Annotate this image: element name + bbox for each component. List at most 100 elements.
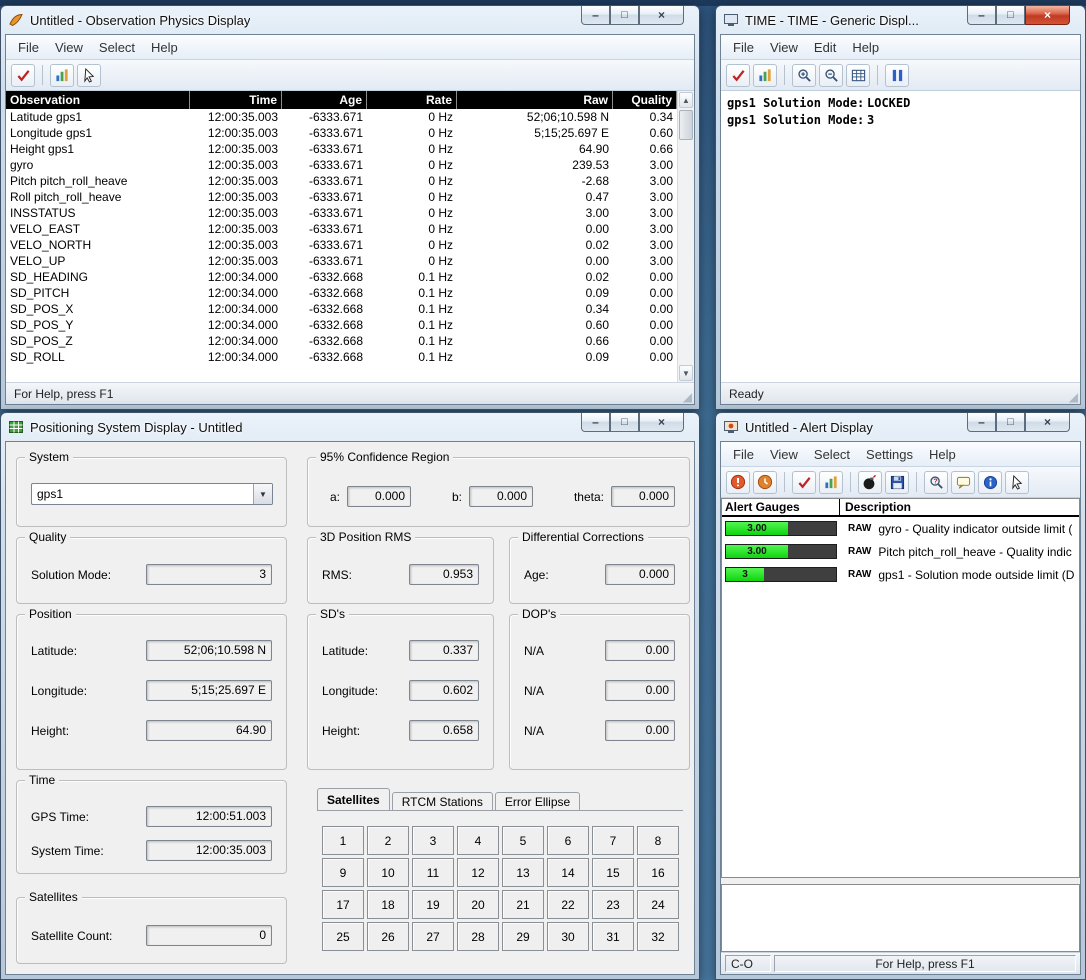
grid-view-button[interactable] [846, 64, 870, 87]
satellite-cell[interactable]: 11 [412, 858, 454, 887]
alert-row[interactable]: 3.00 RAW gyro - Quality indicator outsid… [722, 517, 1079, 540]
observation-select-button[interactable] [726, 64, 750, 87]
find-alert-button[interactable]: ? [924, 471, 948, 494]
maximize-button[interactable]: □ [610, 6, 639, 25]
minimize-button[interactable]: – [967, 413, 996, 432]
satellite-cell[interactable]: 10 [367, 858, 409, 887]
alarm-button[interactable] [726, 471, 750, 494]
system-select[interactable]: gps1 ▼ [31, 483, 273, 505]
save-button[interactable] [885, 471, 909, 494]
menu-item[interactable]: Settings [858, 444, 921, 465]
column-header-age[interactable]: Age [282, 91, 367, 109]
satellite-cell[interactable]: 28 [457, 922, 499, 951]
resize-grip[interactable]: ◢ [683, 390, 692, 404]
menu-item[interactable]: File [725, 37, 762, 58]
satellite-cell[interactable]: 26 [367, 922, 409, 951]
scroll-track[interactable] [678, 140, 694, 364]
column-header-quality[interactable]: Quality [613, 91, 677, 109]
menu-item[interactable]: View [762, 37, 806, 58]
menu-item[interactable]: Help [844, 37, 887, 58]
table-row[interactable]: Latitude gps1 12:00:35.003 -6333.671 0 H… [6, 109, 677, 125]
pause-button[interactable] [885, 64, 909, 87]
satellite-cell[interactable]: 19 [412, 890, 454, 919]
table-row[interactable]: VELO_NORTH 12:00:35.003 -6333.671 0 Hz 0… [6, 237, 677, 253]
close-button[interactable]: × [1025, 413, 1070, 432]
satellite-cell[interactable]: 7 [592, 826, 634, 855]
satellite-cell[interactable]: 4 [457, 826, 499, 855]
table-row[interactable]: VELO_EAST 12:00:35.003 -6333.671 0 Hz 0.… [6, 221, 677, 237]
satellite-cell[interactable]: 25 [322, 922, 364, 951]
table-row[interactable]: VELO_UP 12:00:35.003 -6333.671 0 Hz 0.00… [6, 253, 677, 269]
vertical-scrollbar[interactable]: ▲ ▼ [677, 91, 694, 382]
column-header-alert-gauges[interactable]: Alert Gauges [722, 499, 840, 515]
chart-display-button[interactable] [753, 64, 777, 87]
alarm-test-button[interactable] [858, 471, 882, 494]
alert-row[interactable]: 3 RAW gps1 - Solution mode outside limit… [722, 563, 1079, 586]
menu-item[interactable]: View [762, 444, 806, 465]
satellite-cell[interactable]: 31 [592, 922, 634, 951]
comment-button[interactable] [951, 471, 975, 494]
satellite-cell[interactable]: 16 [637, 858, 679, 887]
table-row[interactable]: SD_ROLL 12:00:34.000 -6332.668 0.1 Hz 0.… [6, 349, 677, 365]
satellite-cell[interactable]: 6 [547, 826, 589, 855]
column-header-rate[interactable]: Rate [367, 91, 457, 109]
satellite-cell[interactable]: 12 [457, 858, 499, 887]
scroll-up-button[interactable]: ▲ [679, 92, 693, 108]
satellite-cell[interactable]: 24 [637, 890, 679, 919]
table-row[interactable]: Longitude gps1 12:00:35.003 -6333.671 0 … [6, 125, 677, 141]
pointer-tool-button[interactable] [77, 64, 101, 87]
close-button[interactable]: × [639, 6, 684, 25]
chart-display-button[interactable] [819, 471, 843, 494]
close-button[interactable]: × [1025, 6, 1070, 25]
satellite-cell[interactable]: 2 [367, 826, 409, 855]
satellite-cell[interactable]: 17 [322, 890, 364, 919]
table-row[interactable]: SD_POS_X 12:00:34.000 -6332.668 0.1 Hz 0… [6, 301, 677, 317]
minimize-button[interactable]: – [967, 6, 996, 25]
satellite-cell[interactable]: 27 [412, 922, 454, 951]
table-row[interactable]: SD_POS_Y 12:00:34.000 -6332.668 0.1 Hz 0… [6, 317, 677, 333]
table-row[interactable]: SD_POS_Z 12:00:34.000 -6332.668 0.1 Hz 0… [6, 333, 677, 349]
satellite-cell[interactable]: 18 [367, 890, 409, 919]
satellite-cell[interactable]: 32 [637, 922, 679, 951]
satellite-cell[interactable]: 21 [502, 890, 544, 919]
table-row[interactable]: gyro 12:00:35.003 -6333.671 0 Hz 239.53 … [6, 157, 677, 173]
alert-row[interactable]: 3.00 RAW Pitch pitch_roll_heave - Qualit… [722, 540, 1079, 563]
satellite-cell[interactable]: 5 [502, 826, 544, 855]
menu-item[interactable]: File [10, 37, 47, 58]
menu-item[interactable]: Select [806, 444, 858, 465]
satellite-cell[interactable]: 22 [547, 890, 589, 919]
satellite-cell[interactable]: 20 [457, 890, 499, 919]
satellite-cell[interactable]: 14 [547, 858, 589, 887]
column-header-raw[interactable]: Raw [457, 91, 613, 109]
table-row[interactable]: INSSTATUS 12:00:35.003 -6333.671 0 Hz 3.… [6, 205, 677, 221]
scroll-thumb[interactable] [679, 110, 693, 140]
table-row[interactable]: Height gps1 12:00:35.003 -6333.671 0 Hz … [6, 141, 677, 157]
dropdown-arrow-icon[interactable]: ▼ [253, 484, 272, 504]
observation-select-button[interactable] [11, 64, 35, 87]
menu-item[interactable]: Edit [806, 37, 844, 58]
satellite-cell[interactable]: 29 [502, 922, 544, 951]
minimize-button[interactable]: – [581, 6, 610, 25]
about-button[interactable] [978, 471, 1002, 494]
menu-item[interactable]: Select [91, 37, 143, 58]
menu-item[interactable]: View [47, 37, 91, 58]
zoom-out-button[interactable] [819, 64, 843, 87]
satellite-cell[interactable]: 9 [322, 858, 364, 887]
tab-error-ellipse[interactable]: Error Ellipse [495, 792, 580, 810]
satellite-cell[interactable]: 13 [502, 858, 544, 887]
menu-item[interactable]: Help [921, 444, 964, 465]
column-header-description[interactable]: Description [840, 499, 1079, 515]
maximize-button[interactable]: □ [996, 6, 1025, 25]
maximize-button[interactable]: □ [996, 413, 1025, 432]
resize-grip[interactable]: ◢ [1069, 390, 1078, 404]
table-row[interactable]: Pitch pitch_roll_heave 12:00:35.003 -633… [6, 173, 677, 189]
pointer-tool-button[interactable] [1005, 471, 1029, 494]
table-row[interactable]: SD_HEADING 12:00:34.000 -6332.668 0.1 Hz… [6, 269, 677, 285]
tab-satellites[interactable]: Satellites [317, 788, 390, 810]
observation-select-button[interactable] [792, 471, 816, 494]
close-button[interactable]: × [639, 413, 684, 432]
satellite-cell[interactable]: 23 [592, 890, 634, 919]
satellite-cell[interactable]: 8 [637, 826, 679, 855]
tab-rtcm-stations[interactable]: RTCM Stations [392, 792, 493, 810]
menu-item[interactable]: File [725, 444, 762, 465]
